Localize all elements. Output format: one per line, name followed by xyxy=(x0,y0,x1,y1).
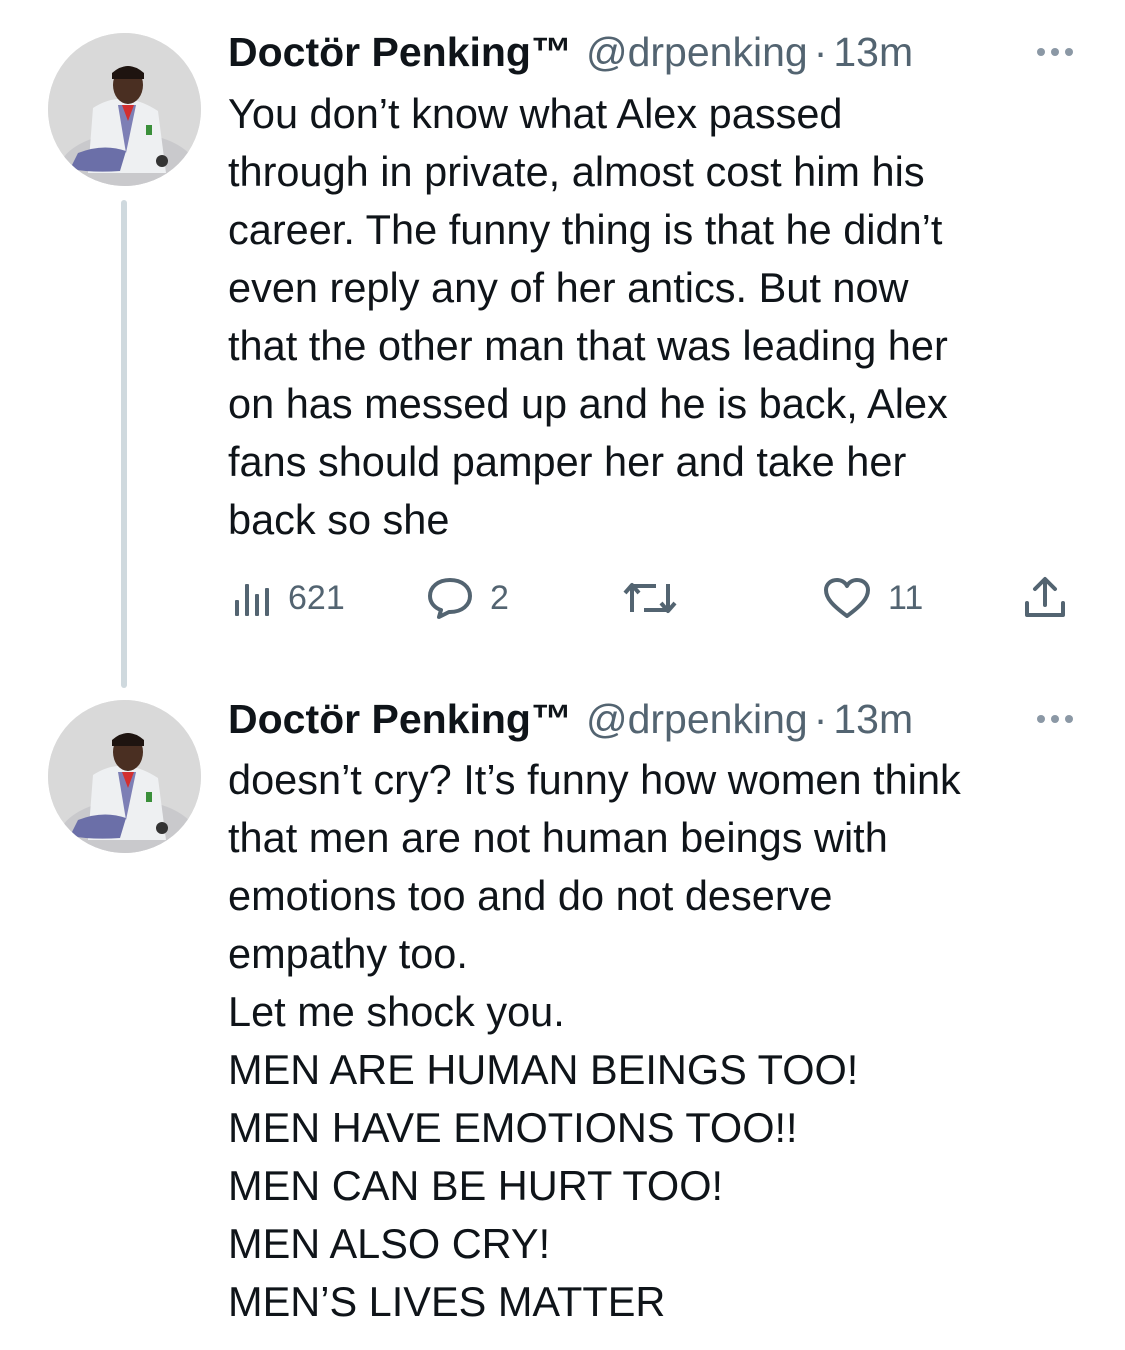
tweet-text: doesn’t cry? It’s funny how women think … xyxy=(228,751,1088,1331)
tweet-text-line: even reply any of her antics. But now xyxy=(228,264,909,311)
author-name[interactable]: Doctör Penking™ xyxy=(228,29,572,76)
author-handle[interactable]: @drpenking xyxy=(586,29,808,76)
tweet-timestamp[interactable]: 13m xyxy=(833,696,913,743)
avatar[interactable] xyxy=(48,33,201,186)
tweet-text-line: back so she xyxy=(228,496,450,543)
retweet-arrows-icon xyxy=(623,583,677,613)
separator-dot: · xyxy=(813,28,828,75)
reply-button[interactable]: 2 xyxy=(426,570,509,626)
tweet-header: Doctör Penking™ @drpenking · 13m xyxy=(228,22,1085,82)
tweet-text-line: doesn’t cry? It’s funny how women think xyxy=(228,756,961,803)
share-button[interactable] xyxy=(1022,570,1068,626)
heart-icon xyxy=(824,578,870,618)
tweet-text-line: emotions too and do not deserve xyxy=(228,872,833,919)
tweet-text-line: MEN ALSO CRY! xyxy=(228,1220,551,1267)
tweet-text: You don’t know what Alex passed through … xyxy=(228,85,1088,549)
tweet-text-line: through in private, almost cost him his xyxy=(228,148,925,195)
tweet-text-line: fans should pamper her and take her xyxy=(228,438,907,485)
tweet-actions: 621 2 11 xyxy=(228,570,1078,626)
tweet-text-line: Let me shock you. xyxy=(228,988,565,1035)
tweet-text-line: career. The funny thing is that he didn’… xyxy=(228,206,943,253)
reply-count: 2 xyxy=(490,578,509,617)
bar-chart-icon xyxy=(235,584,269,616)
tweet-text-line: empathy too. xyxy=(228,930,468,977)
like-count: 11 xyxy=(888,578,924,617)
tweet-text-line: MEN CAN BE HURT TOO! xyxy=(228,1162,724,1209)
avatar[interactable] xyxy=(48,700,201,853)
views-count: 621 xyxy=(288,578,345,617)
tweet-text-line: on has messed up and he is back, Alex xyxy=(228,380,948,427)
separator-dot: · xyxy=(813,695,828,742)
tweet-timestamp[interactable]: 13m xyxy=(833,29,913,76)
tweet-text-line: MEN’S LIVES MATTER xyxy=(228,1278,666,1325)
tweet-text-line: You don’t know what Alex passed xyxy=(228,90,843,137)
tweet-text-line: MEN ARE HUMAN BEINGS TOO! xyxy=(228,1046,859,1093)
author-name[interactable]: Doctör Penking™ xyxy=(228,696,572,743)
tweet-text-line: MEN HAVE EMOTIONS TOO!! xyxy=(228,1104,798,1151)
tweet-header: Doctör Penking™ @drpenking · 13m xyxy=(228,689,1085,749)
tweet-text-line: that the other man that was leading her xyxy=(228,322,948,369)
author-handle[interactable]: @drpenking xyxy=(586,696,808,743)
tweet-text-line: that men are not human beings with xyxy=(228,814,888,861)
more-dots-icon[interactable] xyxy=(1037,48,1073,56)
views-button[interactable]: 621 xyxy=(232,570,345,626)
retweet-button[interactable] xyxy=(622,570,694,626)
more-dots-icon[interactable] xyxy=(1037,715,1073,723)
like-button[interactable]: 11 xyxy=(822,570,923,626)
tweet-1[interactable]: Doctör Penking™ @drpenking · 13m You don… xyxy=(0,0,1125,680)
speech-bubble-icon xyxy=(428,578,472,619)
share-upload-icon xyxy=(1025,577,1065,617)
